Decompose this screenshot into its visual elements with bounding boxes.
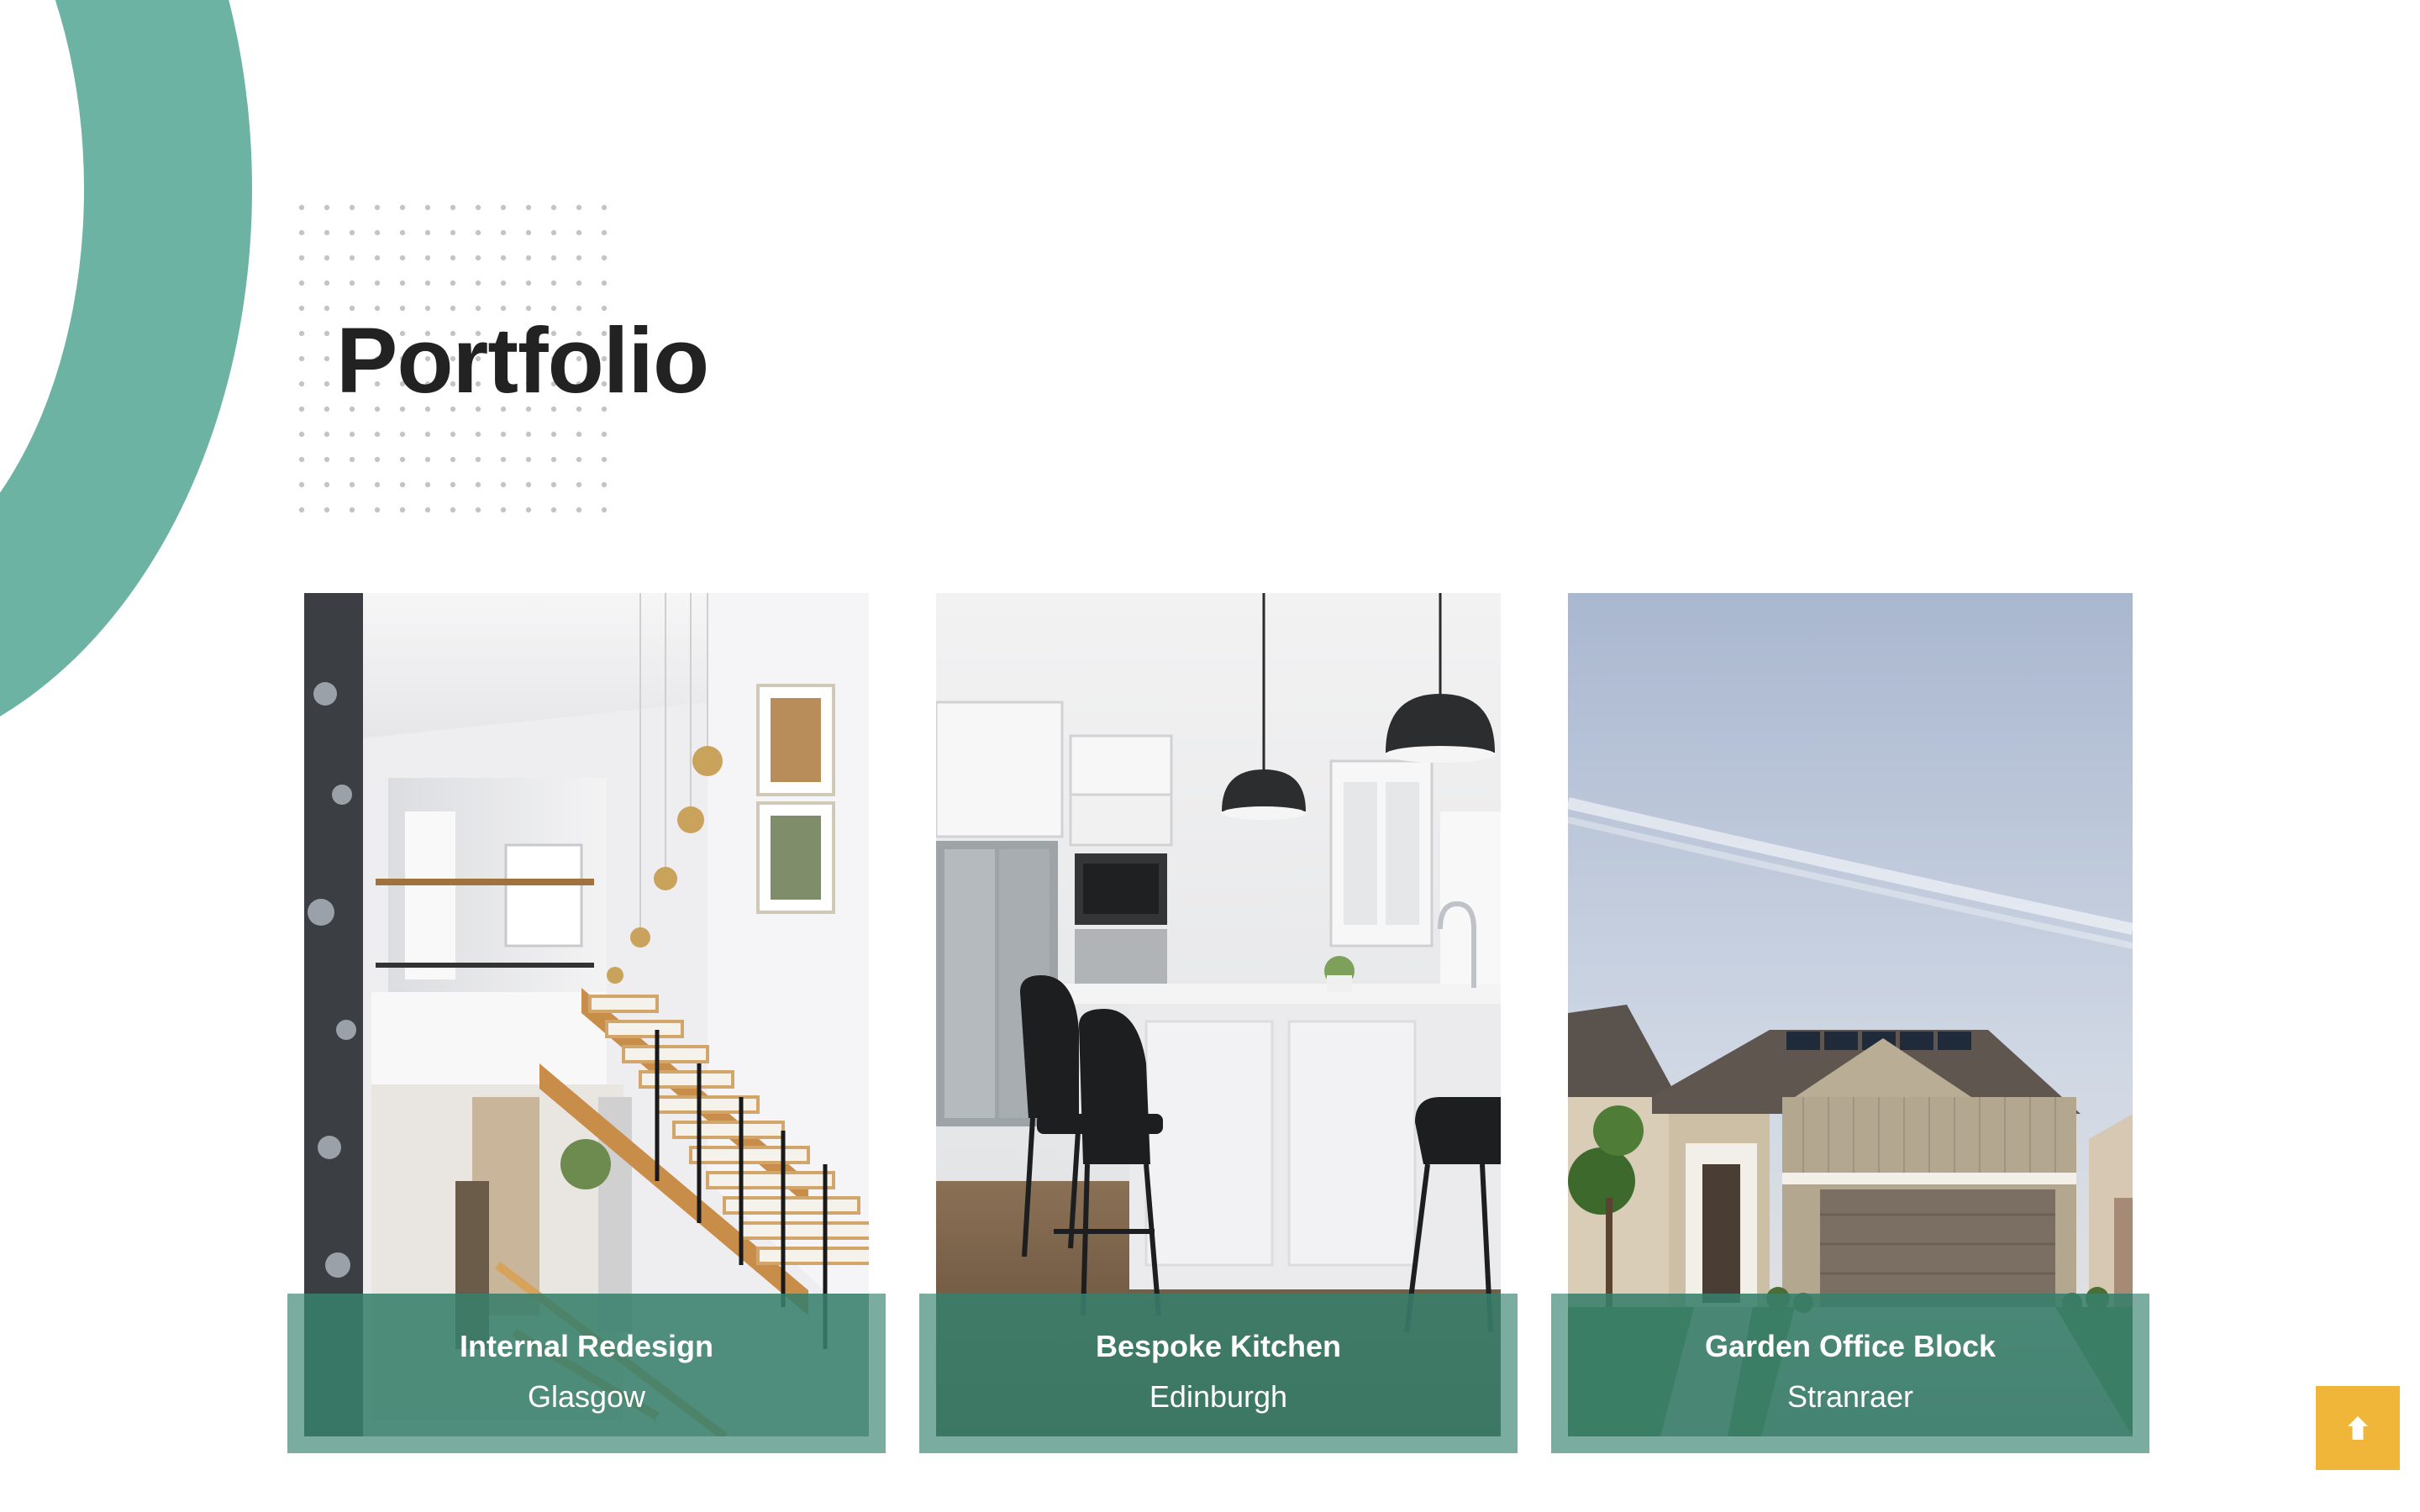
portfolio-caption: Bespoke Kitchen Edinburgh — [919, 1294, 1518, 1453]
portfolio-caption: Internal Redesign Glasgow — [287, 1294, 886, 1453]
portfolio-location: Glasgow — [527, 1379, 646, 1414]
portfolio-card-garden-office-block[interactable]: Garden Office Block Stranraer — [1551, 593, 2149, 1453]
caption-overlay — [304, 1294, 869, 1436]
arrow-up-icon — [2348, 1416, 2368, 1440]
portfolio-location: Stranraer — [1786, 1379, 1914, 1414]
portfolio-title: Internal Redesign — [459, 1329, 714, 1363]
page: Portfolio Internal Redesign Glasgow Besp… — [0, 0, 2420, 1512]
decorative-ring — [0, 0, 252, 764]
portfolio-title: Bespoke Kitchen — [1095, 1329, 1342, 1363]
caption-overlay — [1568, 1294, 2133, 1436]
portfolio-title: Garden Office Block — [1704, 1329, 1996, 1363]
portfolio-location: Edinburgh — [1149, 1379, 1288, 1414]
portfolio-card-internal-redesign[interactable]: Internal Redesign Glasgow — [287, 593, 886, 1453]
portfolio-caption: Garden Office Block Stranraer — [1551, 1294, 2149, 1453]
page-title: Portfolio — [336, 309, 709, 412]
portfolio-card-bespoke-kitchen[interactable]: Bespoke Kitchen Edinburgh — [919, 593, 1518, 1453]
scroll-to-top-button[interactable] — [2316, 1386, 2400, 1470]
caption-overlay — [936, 1294, 1501, 1436]
